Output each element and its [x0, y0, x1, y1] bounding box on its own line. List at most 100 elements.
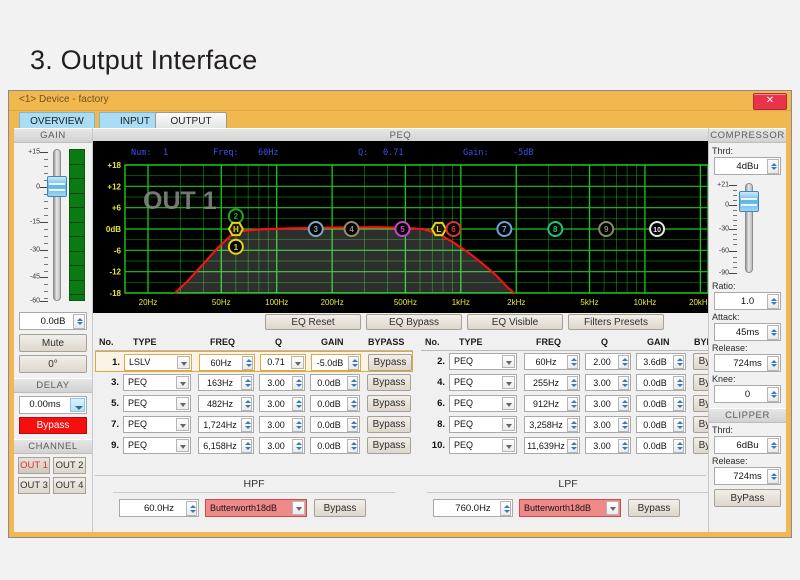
filter-type-select[interactable]: PEQ	[123, 374, 191, 391]
filter-gain-spinner[interactable]	[347, 418, 358, 432]
peq-band-marker-H[interactable]: H	[229, 223, 243, 235]
comp-knee-spinner[interactable]	[767, 387, 779, 402]
filter-gain-input[interactable]: 3.6dB	[636, 353, 686, 370]
filter-type-select[interactable]: PEQ	[123, 437, 191, 454]
filter-freq-input[interactable]: 11,639Hz	[524, 437, 580, 454]
chevron-down-icon[interactable]	[176, 439, 189, 452]
chevron-down-icon[interactable]	[176, 418, 189, 431]
filter-freq-input[interactable]: 60Hz	[524, 353, 580, 370]
filter-q-spinner[interactable]	[292, 376, 303, 390]
peq-band-marker-L[interactable]: L	[432, 223, 446, 235]
comp-thrd-spinner[interactable]	[767, 159, 779, 174]
delay-bypass-button[interactable]: Bypass	[19, 417, 87, 434]
lpf-bypass-button[interactable]: Bypass	[628, 499, 680, 517]
peq-band-marker-3[interactable]: 3	[309, 222, 323, 236]
filter-q-input[interactable]: 3.00	[259, 374, 305, 391]
chevron-down-icon[interactable]	[502, 355, 515, 368]
filter-type-select[interactable]: PEQ	[449, 437, 517, 454]
filter-q-spinner[interactable]	[618, 376, 629, 390]
filter-q-spinner[interactable]	[292, 439, 303, 453]
chevron-down-icon[interactable]	[291, 356, 304, 369]
filter-q-input[interactable]: 3.00	[259, 395, 305, 412]
table-row[interactable]: 3. PEQ 163Hz 3.00 0.0dB	[95, 372, 413, 393]
filter-gain-input[interactable]: -5.0dB	[311, 354, 361, 371]
peq-band-marker-1[interactable]: 1	[229, 240, 243, 254]
filter-gain-spinner[interactable]	[673, 355, 684, 369]
comp-attack-input[interactable]: 45ms	[714, 323, 781, 341]
filter-gain-spinner[interactable]	[673, 439, 684, 453]
filter-type-select[interactable]: PEQ	[449, 374, 517, 391]
filter-bypass-button[interactable]: Bypass	[367, 395, 411, 412]
filter-q-select[interactable]: 0.71	[260, 354, 306, 371]
chevron-down-icon[interactable]	[502, 376, 515, 389]
peq-graph[interactable]: Num:1Freq:60HzQ:0.71Gain:-5dB+18+12+60dB…	[93, 141, 708, 313]
filter-q-spinner[interactable]	[618, 397, 629, 411]
clipper-bypass-button[interactable]: ByPass	[714, 489, 781, 507]
peq-band-marker-10[interactable]: 10	[650, 222, 664, 236]
table-row[interactable]: 1. LSLV 60Hz 0.71 -5.0dB	[95, 351, 413, 372]
tab-overview[interactable]: OVERVIEW	[19, 112, 95, 129]
filter-gain-spinner[interactable]	[347, 439, 358, 453]
hpf-freq-spinner[interactable]	[186, 501, 197, 516]
filter-gain-input[interactable]: 0.0dB	[310, 437, 360, 454]
filter-type-select[interactable]: PEQ	[449, 353, 517, 370]
filter-freq-spinner[interactable]	[567, 376, 578, 390]
comp-fader-handle[interactable]	[739, 191, 759, 212]
gain-fader-track[interactable]	[53, 149, 61, 301]
filter-gain-input[interactable]: 0.0dB	[636, 437, 686, 454]
chevron-down-icon[interactable]	[176, 376, 189, 389]
filter-gain-spinner[interactable]	[673, 397, 684, 411]
channel-button-out4[interactable]: OUT 4	[53, 477, 86, 494]
gain-fader-handle[interactable]	[47, 176, 67, 197]
filter-freq-input[interactable]: 60Hz	[199, 354, 255, 371]
chevron-down-icon[interactable]	[502, 418, 515, 431]
gain-value-input[interactable]: 0.0dB	[19, 312, 87, 330]
chevron-down-icon[interactable]	[176, 397, 189, 410]
filter-gain-spinner[interactable]	[347, 376, 358, 390]
filter-q-input[interactable]: 3.00	[585, 416, 631, 433]
filter-bypass-button[interactable]: Bypass	[367, 416, 411, 433]
clip-thrd-spinner[interactable]	[767, 438, 779, 453]
filter-gain-input[interactable]: 0.0dB	[636, 395, 686, 412]
filter-freq-spinner[interactable]	[241, 418, 252, 432]
filter-freq-input[interactable]: 482Hz	[198, 395, 254, 412]
filter-freq-spinner[interactable]	[241, 439, 252, 453]
filter-q-input[interactable]: 3.00	[259, 437, 305, 454]
filter-q-input[interactable]: 3.00	[585, 395, 631, 412]
table-row[interactable]: 10. PEQ 11,639Hz 3.00 0.0dB	[421, 435, 739, 456]
filter-freq-spinner[interactable]	[241, 376, 252, 390]
peq-band-marker-9[interactable]: 9	[599, 222, 613, 236]
table-row[interactable]: 7. PEQ 1,724Hz 3.00 0.0dB	[95, 414, 413, 435]
filter-freq-spinner[interactable]	[241, 397, 252, 411]
comp-ratio-input[interactable]: 1.0	[714, 292, 781, 310]
filter-gain-spinner[interactable]	[347, 397, 358, 411]
peq-graph-svg[interactable]: Num:1Freq:60HzQ:0.71Gain:-5dB+18+12+60dB…	[93, 141, 720, 313]
table-row[interactable]: 4. PEQ 255Hz 3.00 0.0dB	[421, 372, 739, 393]
filter-bypass-button[interactable]: Bypass	[368, 354, 412, 371]
filter-freq-spinner[interactable]	[567, 397, 578, 411]
filter-freq-input[interactable]: 163Hz	[198, 374, 254, 391]
filter-freq-spinner[interactable]	[242, 356, 253, 370]
filter-type-select[interactable]: LSLV	[124, 354, 192, 371]
filter-freq-spinner[interactable]	[567, 355, 578, 369]
comp-release-spinner[interactable]	[767, 356, 779, 371]
chevron-down-icon[interactable]	[502, 439, 515, 452]
chevron-down-icon[interactable]	[292, 501, 305, 515]
lpf-freq-spinner[interactable]	[500, 501, 511, 516]
filter-q-spinner[interactable]	[618, 418, 629, 432]
filter-q-spinner[interactable]	[618, 355, 629, 369]
filter-q-spinner[interactable]	[618, 439, 629, 453]
table-row[interactable]: 9. PEQ 6,158Hz 3.00 0.0dB	[95, 435, 413, 456]
filter-gain-input[interactable]: 0.0dB	[310, 416, 360, 433]
hpf-freq-input[interactable]: 60.0Hz	[119, 499, 199, 517]
delay-input[interactable]: 0.00ms	[19, 396, 87, 414]
filter-gain-spinner[interactable]	[673, 418, 684, 432]
filter-gain-spinner[interactable]	[348, 356, 359, 370]
channel-button-out2[interactable]: OUT 2	[53, 457, 86, 474]
peq-band-marker-4[interactable]: 4	[345, 222, 359, 236]
filters-presets-button[interactable]: Filters Presets	[568, 314, 664, 330]
filter-gain-input[interactable]: 0.0dB	[636, 416, 686, 433]
peq-band-marker-5[interactable]: 5	[395, 222, 409, 236]
filter-q-spinner[interactable]	[292, 397, 303, 411]
filter-q-input[interactable]: 3.00	[585, 437, 631, 454]
